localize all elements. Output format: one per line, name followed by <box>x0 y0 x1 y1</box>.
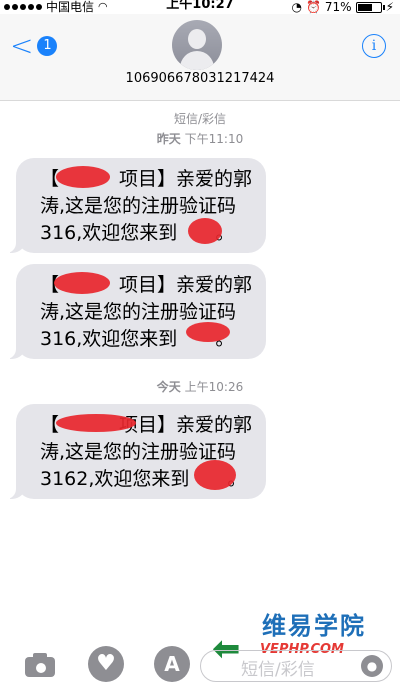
message-bubble[interactable]: 【项目】亲爱的郭 涛,这是您的注册验证码 316,欢迎您来到。 <box>4 264 267 359</box>
message-text: 涛,这是您的注册验证码 <box>40 301 237 323</box>
message-text: 涛,这是您的注册验证码 <box>40 441 237 463</box>
message-text: 项目】亲爱的郭 <box>119 168 253 190</box>
redaction-mark <box>56 166 110 188</box>
message-text: 项目】亲爱的郭 <box>119 274 253 296</box>
status-right: ◔ ⏰ 71% ⚡ <box>291 0 394 14</box>
message-input[interactable]: 短信/彩信 ● <box>200 650 392 682</box>
charging-icon: ⚡ <box>385 0 394 14</box>
message-text: 316,欢迎您来到 <box>40 222 178 244</box>
redaction-mark <box>194 460 236 490</box>
timestamp-day: 今天 <box>156 380 181 394</box>
compose-toolbar: ♥ A 短信/彩信 ● <box>0 640 400 687</box>
timestamp-time: 上午10:26 <box>184 380 244 394</box>
message-text: 3162,欢迎您来到 <box>40 468 190 490</box>
service-label: 短信/彩信 <box>173 112 227 126</box>
message-text: 项目】亲爱的郭 <box>119 414 253 436</box>
info-button[interactable]: i <box>362 34 386 58</box>
status-bar: 中国电信 ◠ 上午10:27 ◔ ⏰ 71% ⚡ <box>0 0 400 14</box>
watermark-title: 维易学院 <box>262 612 366 640</box>
avatar[interactable] <box>172 20 222 70</box>
message-text: 316,欢迎您来到 <box>40 328 178 350</box>
input-placeholder: 短信/彩信 <box>241 660 315 680</box>
alarm-icon: ⏰ <box>305 0 321 14</box>
battery-icon <box>355 1 385 13</box>
timestamp-time: 下午11:10 <box>184 132 244 146</box>
timestamp-day: 昨天 <box>156 132 181 146</box>
battery-percent: 71% <box>324 0 352 14</box>
redaction-mark <box>188 218 222 244</box>
mic-icon[interactable]: ● <box>361 655 383 677</box>
battery-fill <box>357 3 372 11</box>
chevron-left-icon: < <box>10 29 34 62</box>
back-button[interactable]: < 1 <box>10 29 58 62</box>
redaction-mark <box>56 414 136 432</box>
app-store-icon[interactable]: A <box>154 646 190 682</box>
timestamp-2: 今天 上午10:26 <box>0 378 400 395</box>
redaction-mark <box>186 322 230 342</box>
camera-icon[interactable] <box>22 646 58 682</box>
unread-badge: 1 <box>37 36 58 56</box>
message-text: 涛,这是您的注册验证码 <box>40 195 237 217</box>
message-bubble[interactable]: 【项目】亲爱的郭 涛,这是您的注册验证码 316,欢迎您来到。 <box>4 158 267 253</box>
timestamp-1: 昨天 下午11:10 <box>0 130 400 147</box>
rotation-lock-icon: ◔ <box>291 0 302 14</box>
heart-touch-icon[interactable]: ♥ <box>88 646 124 682</box>
conversation-header: < 1 106906678031217424 i <box>0 14 400 101</box>
redaction-mark <box>54 272 110 294</box>
contact-number[interactable]: 106906678031217424 <box>0 71 400 86</box>
